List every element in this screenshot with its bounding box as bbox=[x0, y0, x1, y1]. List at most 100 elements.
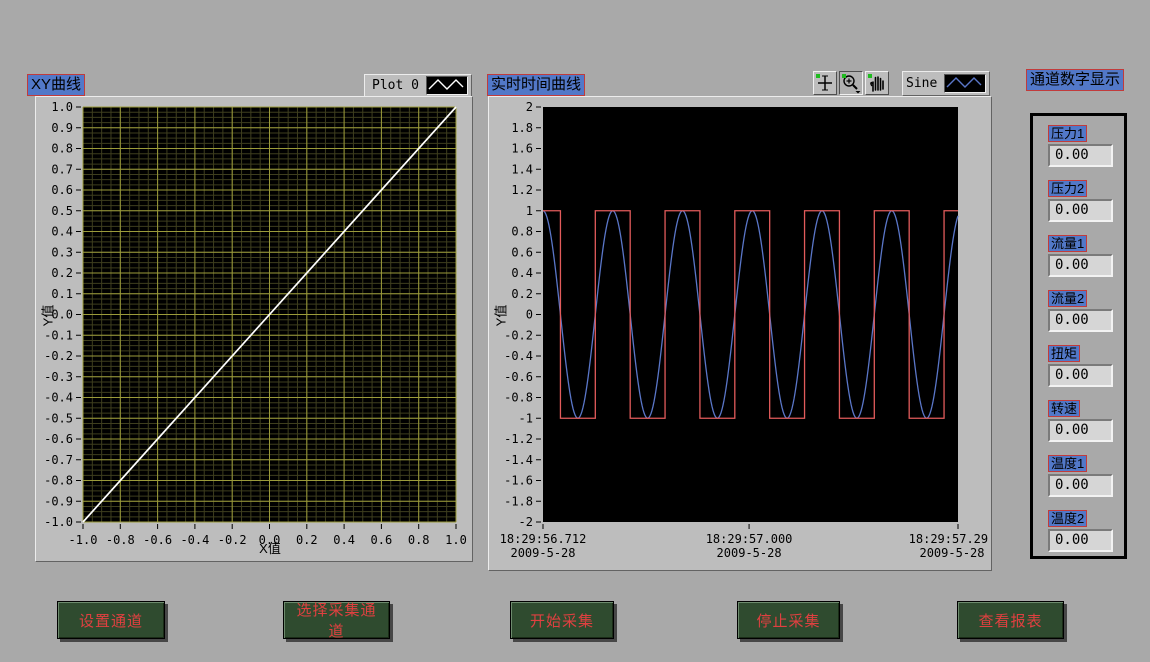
svg-text:1: 1 bbox=[526, 204, 533, 218]
xy-y-axis-label: Y值 bbox=[37, 305, 56, 327]
led-indicator bbox=[816, 74, 820, 78]
svg-text:-0.1: -0.1 bbox=[44, 328, 73, 342]
view-report-button[interactable]: 查看报表 bbox=[957, 601, 1064, 639]
svg-text:-0.4: -0.4 bbox=[180, 533, 209, 547]
channel-value-display: 0.00 bbox=[1048, 529, 1113, 552]
legend-plot0-label: Plot 0 bbox=[372, 78, 419, 93]
stop-acquisition-button[interactable]: 停止采集 bbox=[737, 601, 840, 639]
svg-text:1.0: 1.0 bbox=[51, 100, 73, 114]
channel-group-speed: 转速 0.00 bbox=[1048, 400, 1124, 442]
svg-text:-0.8: -0.8 bbox=[504, 391, 533, 405]
channel-value-display: 0.00 bbox=[1048, 199, 1113, 222]
svg-text:0.4: 0.4 bbox=[511, 266, 533, 280]
pan-tool-button[interactable] bbox=[865, 71, 889, 95]
channel-display-box: 压力1 0.00 压力2 0.00 流量1 0.00 流量2 0.00 扭矩 0… bbox=[1030, 113, 1127, 559]
channel-label: 压力1 bbox=[1048, 125, 1087, 142]
time-chart-canvas: 21.81.61.41.210.80.60.40.20-0.2-0.4-0.6-… bbox=[489, 97, 989, 568]
svg-text:1.0: 1.0 bbox=[445, 533, 467, 547]
svg-text:18:29:57.000: 18:29:57.000 bbox=[706, 532, 793, 546]
svg-text:0.7: 0.7 bbox=[51, 162, 73, 176]
xy-x-axis-label: X值 bbox=[240, 538, 300, 557]
channel-value-display: 0.00 bbox=[1048, 144, 1113, 167]
svg-text:0.4: 0.4 bbox=[333, 533, 355, 547]
svg-text:-0.5: -0.5 bbox=[44, 411, 73, 425]
svg-text:-1.0: -1.0 bbox=[44, 515, 73, 529]
channel-group-temp2: 温度2 0.00 bbox=[1048, 510, 1124, 552]
channel-group-flow1: 流量1 0.00 bbox=[1048, 235, 1124, 277]
svg-text:18:29:56.712: 18:29:56.712 bbox=[500, 532, 587, 546]
xy-chart-panel: 1.00.90.80.70.60.50.40.30.20.10.0-0.1-0.… bbox=[35, 96, 473, 562]
xy-chart-canvas: 1.00.90.80.70.60.50.40.30.20.10.0-0.1-0.… bbox=[36, 97, 470, 559]
channel-value-display: 0.00 bbox=[1048, 254, 1113, 277]
svg-text:0.3: 0.3 bbox=[51, 245, 73, 259]
channel-group-temp1: 温度1 0.00 bbox=[1048, 455, 1124, 497]
svg-text:-0.6: -0.6 bbox=[143, 533, 172, 547]
svg-text:1.2: 1.2 bbox=[511, 183, 533, 197]
svg-text:-0.2: -0.2 bbox=[44, 349, 73, 363]
svg-text:0.1: 0.1 bbox=[51, 287, 73, 301]
channel-value-display: 0.00 bbox=[1048, 364, 1113, 387]
channel-label: 扭矩 bbox=[1048, 345, 1080, 362]
xy-chart-legend[interactable]: Plot 0 bbox=[364, 74, 472, 97]
graph-toolbar bbox=[813, 71, 889, 95]
svg-text:-0.9: -0.9 bbox=[44, 494, 73, 508]
svg-text:-0.4: -0.4 bbox=[504, 349, 533, 363]
svg-text:0.6: 0.6 bbox=[51, 183, 73, 197]
start-acquisition-button[interactable]: 开始采集 bbox=[510, 601, 614, 639]
svg-text:-0.8: -0.8 bbox=[106, 533, 135, 547]
led-indicator bbox=[842, 74, 846, 78]
channel-label: 转速 bbox=[1048, 400, 1080, 417]
svg-text:-0.6: -0.6 bbox=[44, 432, 73, 446]
select-acquisition-channel-button[interactable]: 选择采集通道 bbox=[283, 601, 390, 639]
svg-text:1.8: 1.8 bbox=[511, 121, 533, 135]
waveform-icon bbox=[944, 74, 986, 93]
svg-text:-1: -1 bbox=[519, 411, 533, 425]
svg-text:-0.3: -0.3 bbox=[44, 370, 73, 384]
channel-value-display: 0.00 bbox=[1048, 474, 1113, 497]
channel-group-torque: 扭矩 0.00 bbox=[1048, 345, 1124, 387]
svg-text:-2: -2 bbox=[519, 515, 533, 529]
svg-text:0.2: 0.2 bbox=[511, 287, 533, 301]
svg-text:-1.4: -1.4 bbox=[504, 453, 533, 467]
svg-text:0.8: 0.8 bbox=[511, 225, 533, 239]
time-plot-area[interactable] bbox=[543, 107, 958, 522]
svg-text:0.6: 0.6 bbox=[511, 245, 533, 259]
svg-text:2009-5-28: 2009-5-28 bbox=[919, 546, 984, 560]
waveform-icon bbox=[426, 76, 468, 95]
svg-text:-0.6: -0.6 bbox=[504, 370, 533, 384]
svg-text:0.6: 0.6 bbox=[371, 533, 393, 547]
svg-text:0.5: 0.5 bbox=[51, 204, 73, 218]
svg-text:0.4: 0.4 bbox=[51, 225, 73, 239]
channel-value-display: 0.00 bbox=[1048, 309, 1113, 332]
channel-label: 流量2 bbox=[1048, 290, 1087, 307]
channel-group-flow2: 流量2 0.00 bbox=[1048, 290, 1124, 332]
channel-label: 温度2 bbox=[1048, 510, 1087, 527]
svg-text:2: 2 bbox=[526, 100, 533, 114]
svg-text:1.4: 1.4 bbox=[511, 162, 533, 176]
svg-text:0.8: 0.8 bbox=[408, 533, 430, 547]
channel-label: 温度1 bbox=[1048, 455, 1087, 472]
set-channel-button[interactable]: 设置通道 bbox=[57, 601, 165, 639]
svg-text:2009-5-28: 2009-5-28 bbox=[510, 546, 575, 560]
crosshair-tool-button[interactable] bbox=[813, 71, 837, 95]
channel-label: 流量1 bbox=[1048, 235, 1087, 252]
svg-text:0: 0 bbox=[526, 308, 533, 322]
zoom-tool-button[interactable] bbox=[839, 71, 863, 95]
time-y-axis-label: Y值 bbox=[490, 305, 509, 327]
channel-panel-title: 通道数字显示 bbox=[1026, 69, 1124, 91]
svg-text:-1.8: -1.8 bbox=[504, 494, 533, 508]
svg-text:-1.2: -1.2 bbox=[504, 432, 533, 446]
svg-text:-0.4: -0.4 bbox=[44, 391, 73, 405]
time-chart-legend[interactable]: Sine bbox=[902, 71, 990, 96]
channel-value-display: 0.00 bbox=[1048, 419, 1113, 442]
channel-group-pressure1: 压力1 0.00 bbox=[1048, 125, 1124, 167]
led-indicator bbox=[868, 74, 872, 78]
svg-text:18:29:57.292: 18:29:57.292 bbox=[909, 532, 989, 546]
main-window: XY曲线 Plot 0 1.0 0.9 0.8 0.7 0.6 0.5 0.4 0.3 0.2 0… bbox=[0, 0, 1150, 662]
legend-sine-label: Sine bbox=[906, 76, 937, 91]
svg-text:0.9: 0.9 bbox=[51, 121, 73, 135]
svg-text:-0.2: -0.2 bbox=[504, 328, 533, 342]
svg-text:-0.8: -0.8 bbox=[44, 474, 73, 488]
xy-chart-title: XY曲线 bbox=[27, 74, 85, 96]
time-chart-panel: 21.81.61.41.210.80.60.40.20-0.2-0.4-0.6-… bbox=[488, 96, 992, 571]
